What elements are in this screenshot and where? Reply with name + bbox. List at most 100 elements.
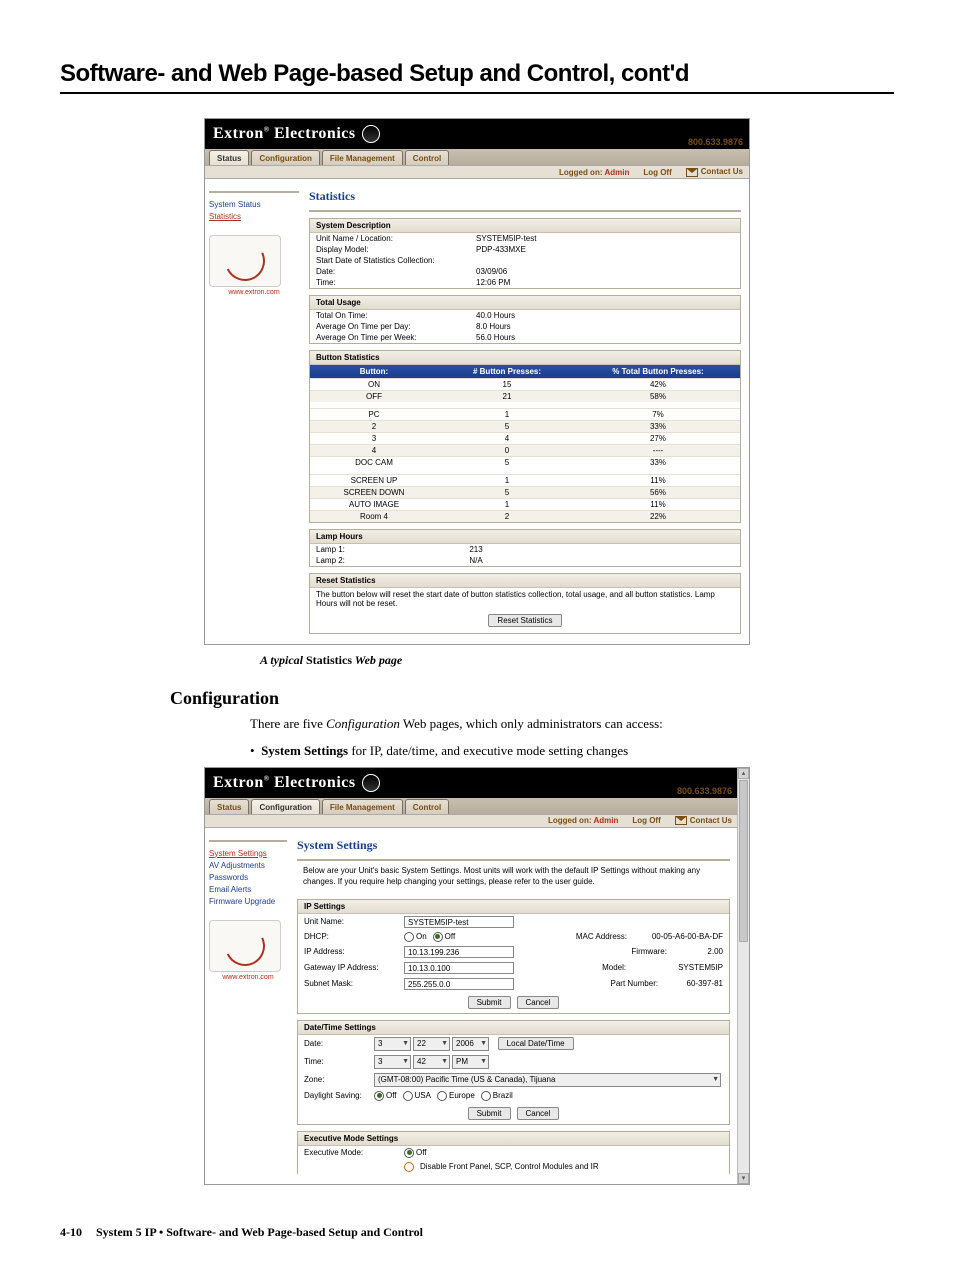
time-k: Time: — [316, 278, 476, 287]
local-datetime-button[interactable]: Local Date/Time — [498, 1037, 574, 1050]
ip-submit-button[interactable]: Submit — [468, 996, 511, 1009]
ip-cancel-button[interactable]: Cancel — [517, 996, 560, 1009]
contact-link[interactable]: Contact Us — [675, 816, 732, 825]
extron-logo — [209, 235, 281, 287]
unit-name-v: SYSTEM5IP-test — [476, 234, 734, 243]
dhcp-off-radio[interactable]: Off — [433, 932, 456, 942]
logged-row: Logged on: Admin Log Off Contact Us — [205, 165, 749, 179]
system-description-header: System Description — [310, 219, 740, 233]
date-v: 03/09/06 — [476, 267, 734, 276]
gw-k: Gateway IP Address: — [304, 963, 404, 972]
scroll-down-icon[interactable]: ▾ — [738, 1173, 749, 1184]
logged-label: Logged on: — [559, 168, 603, 177]
ip-input[interactable]: 10.13.199.236 — [404, 946, 514, 958]
button-stats-cols: Button: # Button Presses: % Total Button… — [310, 365, 740, 378]
time-v: 12:06 PM — [476, 278, 734, 287]
brand-bar: Extron® Electronics — [205, 119, 749, 149]
side-email-alerts[interactable]: Email Alerts — [209, 884, 287, 896]
logoff-link[interactable]: Log Off — [643, 168, 671, 177]
part-k: Part Number: — [611, 979, 681, 988]
exec-off-radio[interactable]: Off — [404, 1148, 427, 1158]
tab-row: Status Configuration File Management Con… — [205, 149, 749, 165]
dt-submit-button[interactable]: Submit — [468, 1107, 511, 1120]
date-month-select[interactable]: 3 — [374, 1037, 411, 1051]
time-k: Time: — [304, 1057, 374, 1066]
time-hour-select[interactable]: 3 — [374, 1055, 411, 1069]
phone-number: 800.633.9876 — [688, 137, 743, 147]
scrollbar[interactable]: ▴ ▾ — [737, 768, 749, 1184]
side-av-adjustments[interactable]: AV Adjustments — [209, 860, 287, 872]
globe-icon — [362, 125, 380, 143]
table-cell: ---- — [576, 445, 740, 456]
gw-input[interactable]: 10.13.0.100 — [404, 962, 514, 974]
table-cell: 2 — [438, 511, 576, 522]
side-passwords[interactable]: Passwords — [209, 872, 287, 884]
scroll-up-icon[interactable]: ▴ — [738, 768, 749, 779]
extron-url[interactable]: www.extron.com — [209, 974, 287, 981]
tab-row: Status Configuration File Management Con… — [205, 798, 738, 814]
tab-configuration[interactable]: Configuration — [251, 799, 319, 814]
lamp2-v: N/A — [416, 556, 536, 565]
logged-user: Admin — [604, 168, 629, 177]
col-button: Button: — [310, 365, 438, 378]
table-cell: 27% — [576, 433, 740, 444]
tab-control[interactable]: Control — [405, 799, 449, 814]
unit-name-k: Unit Name: — [304, 917, 404, 926]
fw-k: Firmware: — [631, 947, 701, 956]
ds-off-radio[interactable]: Off — [374, 1091, 397, 1101]
unit-name-input[interactable]: SYSTEM5IP-test — [404, 916, 514, 928]
exec-disable-radio[interactable]: Disable Front Panel, SCP, Control Module… — [404, 1162, 599, 1172]
time-ampm-select[interactable]: PM — [452, 1055, 489, 1069]
total-on-k: Total On Time: — [316, 311, 476, 320]
side-system-status[interactable]: System Status — [209, 199, 299, 211]
subnet-input[interactable]: 255.255.0.0 — [404, 978, 514, 990]
table-cell: 15 — [438, 379, 576, 390]
logged-row: Logged on: Admin Log Off Contact Us — [205, 814, 738, 828]
date-k: Date: — [304, 1039, 374, 1048]
date-day-select[interactable]: 22 — [413, 1037, 450, 1051]
logoff-link[interactable]: Log Off — [632, 816, 660, 825]
mac-v: 00-05-A6-00-BA-DF — [652, 932, 723, 941]
tab-control[interactable]: Control — [405, 150, 449, 165]
table-cell: OFF — [310, 391, 438, 402]
side-statistics[interactable]: Statistics — [209, 211, 299, 223]
dhcp-on-radio[interactable]: On — [404, 932, 427, 942]
tab-status[interactable]: Status — [209, 799, 249, 814]
tab-file-management[interactable]: File Management — [322, 150, 403, 165]
logged-label: Logged on: — [548, 816, 592, 825]
tab-file-management[interactable]: File Management — [322, 799, 403, 814]
avg-week-k: Average On Time per Week: — [316, 333, 476, 342]
ds-usa-radio[interactable]: USA — [403, 1091, 431, 1101]
reset-stats-header: Reset Statistics — [310, 574, 740, 588]
ip-settings-header: IP Settings — [298, 900, 729, 914]
logged-user: Admin — [593, 816, 618, 825]
dt-cancel-button[interactable]: Cancel — [517, 1107, 560, 1120]
avg-day-v: 8.0 Hours — [476, 322, 734, 331]
contact-link[interactable]: Contact Us — [686, 167, 743, 176]
statistics-screenshot: Extron® Electronics Status Configuration… — [204, 118, 750, 645]
extron-url[interactable]: www.extron.com — [209, 289, 299, 296]
side-system-settings[interactable]: System Settings — [209, 848, 287, 860]
globe-icon — [362, 774, 380, 792]
reset-statistics-button[interactable]: Reset Statistics — [488, 614, 561, 627]
time-min-select[interactable]: 42 — [413, 1055, 450, 1069]
tab-status[interactable]: Status — [209, 150, 249, 165]
table-cell: 4 — [438, 433, 576, 444]
zone-select[interactable]: (GMT-08:00) Pacific Time (US & Canada), … — [374, 1073, 721, 1087]
table-cell: 5 — [438, 421, 576, 432]
ds-brazil-radio[interactable]: Brazil — [481, 1091, 513, 1101]
footer-text: System 5 IP • Software- and Web Page-bas… — [96, 1225, 423, 1240]
tab-configuration[interactable]: Configuration — [251, 150, 319, 165]
table-cell: 58% — [576, 391, 740, 402]
table-cell: SCREEN DOWN — [310, 487, 438, 498]
side-firmware-upgrade[interactable]: Firmware Upgrade — [209, 896, 287, 908]
ds-europe-radio[interactable]: Europe — [437, 1091, 475, 1101]
date-year-select[interactable]: 2006 — [452, 1037, 489, 1051]
side-nav: System Settings AV Adjustments Passwords… — [205, 828, 291, 1184]
config-intro: There are five Configuration Web pages, … — [250, 715, 870, 733]
button-stats-panel: Button Statistics Button: # Button Press… — [309, 350, 741, 523]
settings-intro: Below are your Unit's basic System Setti… — [297, 861, 730, 893]
table-cell: 11% — [576, 475, 740, 486]
scroll-thumb[interactable] — [739, 780, 748, 942]
lamp1-k: Lamp 1: — [316, 545, 416, 554]
